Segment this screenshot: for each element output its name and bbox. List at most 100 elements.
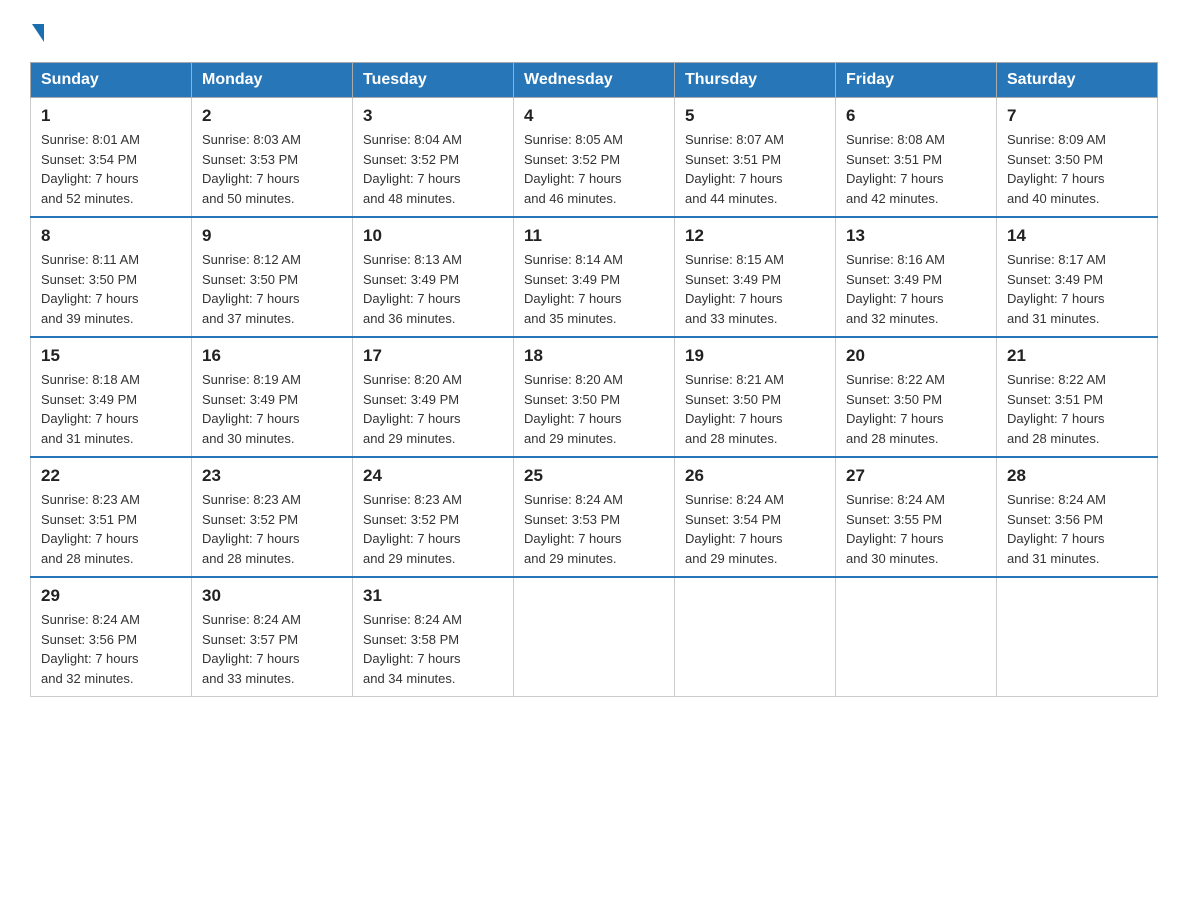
calendar-day-cell-31: 31 Sunrise: 8:24 AMSunset: 3:58 PMDayligh… [353,577,514,697]
day-info: Sunrise: 8:07 AMSunset: 3:51 PMDaylight:… [685,130,825,208]
day-info: Sunrise: 8:22 AMSunset: 3:50 PMDaylight:… [846,370,986,448]
day-number: 17 [363,346,503,366]
calendar-day-cell-14: 14 Sunrise: 8:17 AMSunset: 3:49 PMDayligh… [997,217,1158,337]
day-info: Sunrise: 8:24 AMSunset: 3:54 PMDaylight:… [685,490,825,568]
day-number: 12 [685,226,825,246]
calendar-day-cell-25: 25Sunrise: 8:24 AMSunset: 3:53 PMDayligh… [514,457,675,577]
logo-triangle-icon [32,24,44,42]
day-info: Sunrise: 8:24 AMSunset: 3:57 PMDaylight:… [202,610,342,688]
calendar-header-friday: Friday [836,63,997,98]
day-number: 20 [846,346,986,366]
day-number: 31 [363,586,503,606]
day-number: 30 [202,586,342,606]
day-info: Sunrise: 8:17 AMSunset: 3:49 PMDaylight:… [1007,250,1147,328]
calendar-week-row-2: 8 Sunrise: 8:11 AMSunset: 3:50 PMDaylight… [31,217,1158,337]
logo [30,20,44,42]
calendar-day-cell-3: 3 Sunrise: 8:04 AMSunset: 3:52 PMDaylight… [353,98,514,218]
day-info: Sunrise: 8:20 AMSunset: 3:50 PMDaylight:… [524,370,664,448]
calendar-day-cell-2: 2 Sunrise: 8:03 AMSunset: 3:53 PMDaylight… [192,98,353,218]
day-info: Sunrise: 8:23 AMSunset: 3:52 PMDaylight:… [363,490,503,568]
calendar-week-row-1: 1Sunrise: 8:01 AMSunset: 3:54 PMDaylight… [31,98,1158,218]
day-info: Sunrise: 8:15 AMSunset: 3:49 PMDaylight:… [685,250,825,328]
day-number: 6 [846,106,986,126]
day-number: 10 [363,226,503,246]
day-info: Sunrise: 8:04 AMSunset: 3:52 PMDaylight:… [363,130,503,208]
day-number: 29 [41,586,181,606]
day-info: Sunrise: 8:19 AMSunset: 3:49 PMDaylight:… [202,370,342,448]
calendar-day-cell-7: 7 Sunrise: 8:09 AMSunset: 3:50 PMDaylight… [997,98,1158,218]
day-info: Sunrise: 8:24 AMSunset: 3:58 PMDaylight:… [363,610,503,688]
calendar-day-cell-30: 30 Sunrise: 8:24 AMSunset: 3:57 PMDayligh… [192,577,353,697]
calendar-header-tuesday: Tuesday [353,63,514,98]
calendar-day-cell-22: 22Sunrise: 8:23 AMSunset: 3:51 PMDayligh… [31,457,192,577]
calendar-day-cell-23: 23 Sunrise: 8:23 AMSunset: 3:52 PMDayligh… [192,457,353,577]
day-number: 5 [685,106,825,126]
day-number: 8 [41,226,181,246]
page-header [30,20,1158,42]
day-info: Sunrise: 8:13 AMSunset: 3:49 PMDaylight:… [363,250,503,328]
calendar-day-cell-20: 20 Sunrise: 8:22 AMSunset: 3:50 PMDayligh… [836,337,997,457]
day-number: 19 [685,346,825,366]
calendar-week-row-3: 15Sunrise: 8:18 AMSunset: 3:49 PMDayligh… [31,337,1158,457]
day-info: Sunrise: 8:09 AMSunset: 3:50 PMDaylight:… [1007,130,1147,208]
day-number: 9 [202,226,342,246]
calendar-day-cell-17: 17Sunrise: 8:20 AMSunset: 3:49 PMDayligh… [353,337,514,457]
day-info: Sunrise: 8:23 AMSunset: 3:51 PMDaylight:… [41,490,181,568]
day-number: 3 [363,106,503,126]
day-number: 2 [202,106,342,126]
calendar-header-monday: Monday [192,63,353,98]
day-number: 14 [1007,226,1147,246]
calendar-empty-cell [675,577,836,697]
day-info: Sunrise: 8:24 AMSunset: 3:55 PMDaylight:… [846,490,986,568]
day-number: 23 [202,466,342,486]
day-number: 28 [1007,466,1147,486]
day-info: Sunrise: 8:12 AMSunset: 3:50 PMDaylight:… [202,250,342,328]
calendar-day-cell-6: 6 Sunrise: 8:08 AMSunset: 3:51 PMDaylight… [836,98,997,218]
calendar-day-cell-19: 19 Sunrise: 8:21 AMSunset: 3:50 PMDayligh… [675,337,836,457]
calendar-empty-cell [514,577,675,697]
calendar-header-wednesday: Wednesday [514,63,675,98]
calendar-empty-cell [836,577,997,697]
calendar-day-cell-18: 18 Sunrise: 8:20 AMSunset: 3:50 PMDayligh… [514,337,675,457]
calendar-day-cell-10: 10 Sunrise: 8:13 AMSunset: 3:49 PMDayligh… [353,217,514,337]
calendar-day-cell-4: 4 Sunrise: 8:05 AMSunset: 3:52 PMDaylight… [514,98,675,218]
calendar-day-cell-13: 13Sunrise: 8:16 AMSunset: 3:49 PMDayligh… [836,217,997,337]
calendar-day-cell-9: 9 Sunrise: 8:12 AMSunset: 3:50 PMDaylight… [192,217,353,337]
day-info: Sunrise: 8:05 AMSunset: 3:52 PMDaylight:… [524,130,664,208]
day-number: 11 [524,226,664,246]
day-info: Sunrise: 8:21 AMSunset: 3:50 PMDaylight:… [685,370,825,448]
calendar-day-cell-28: 28 Sunrise: 8:24 AMSunset: 3:56 PMDayligh… [997,457,1158,577]
calendar-header-saturday: Saturday [997,63,1158,98]
calendar-week-row-5: 29 Sunrise: 8:24 AMSunset: 3:56 PMDayligh… [31,577,1158,697]
calendar-day-cell-15: 15Sunrise: 8:18 AMSunset: 3:49 PMDayligh… [31,337,192,457]
day-info: Sunrise: 8:01 AMSunset: 3:54 PMDaylight:… [41,130,181,208]
day-number: 26 [685,466,825,486]
day-number: 18 [524,346,664,366]
calendar-day-cell-5: 5 Sunrise: 8:07 AMSunset: 3:51 PMDaylight… [675,98,836,218]
day-number: 4 [524,106,664,126]
calendar-day-cell-16: 16 Sunrise: 8:19 AMSunset: 3:49 PMDayligh… [192,337,353,457]
day-info: Sunrise: 8:24 AMSunset: 3:56 PMDaylight:… [41,610,181,688]
day-info: Sunrise: 8:24 AMSunset: 3:56 PMDaylight:… [1007,490,1147,568]
calendar-week-row-4: 22Sunrise: 8:23 AMSunset: 3:51 PMDayligh… [31,457,1158,577]
day-info: Sunrise: 8:11 AMSunset: 3:50 PMDaylight:… [41,250,181,328]
day-info: Sunrise: 8:22 AMSunset: 3:51 PMDaylight:… [1007,370,1147,448]
day-info: Sunrise: 8:03 AMSunset: 3:53 PMDaylight:… [202,130,342,208]
calendar-header-thursday: Thursday [675,63,836,98]
calendar-day-cell-21: 21 Sunrise: 8:22 AMSunset: 3:51 PMDayligh… [997,337,1158,457]
day-info: Sunrise: 8:23 AMSunset: 3:52 PMDaylight:… [202,490,342,568]
calendar-day-cell-11: 11Sunrise: 8:14 AMSunset: 3:49 PMDayligh… [514,217,675,337]
day-number: 15 [41,346,181,366]
calendar-day-cell-12: 12 Sunrise: 8:15 AMSunset: 3:49 PMDayligh… [675,217,836,337]
day-number: 21 [1007,346,1147,366]
day-info: Sunrise: 8:08 AMSunset: 3:51 PMDaylight:… [846,130,986,208]
day-number: 25 [524,466,664,486]
calendar-day-cell-24: 24 Sunrise: 8:23 AMSunset: 3:52 PMDayligh… [353,457,514,577]
day-number: 24 [363,466,503,486]
day-number: 7 [1007,106,1147,126]
calendar-header-row: SundayMondayTuesdayWednesdayThursdayFrid… [31,63,1158,98]
day-number: 16 [202,346,342,366]
day-info: Sunrise: 8:16 AMSunset: 3:49 PMDaylight:… [846,250,986,328]
calendar-header-sunday: Sunday [31,63,192,98]
day-number: 27 [846,466,986,486]
